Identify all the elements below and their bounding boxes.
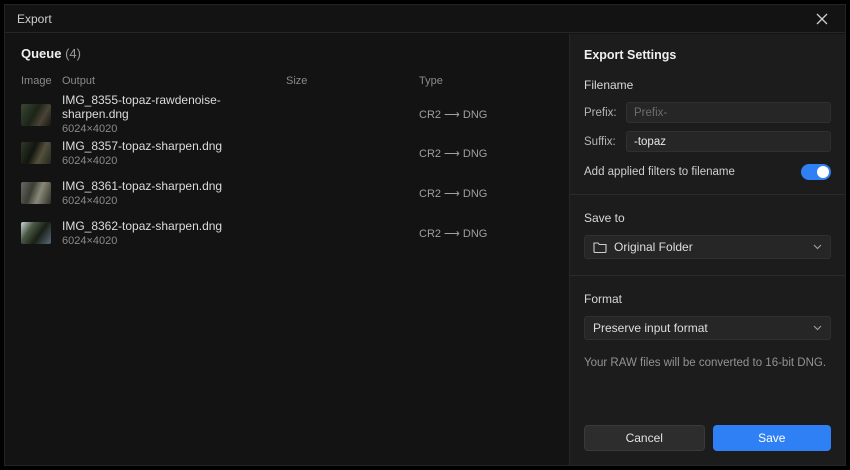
cancel-button[interactable]: Cancel: [584, 425, 705, 451]
queue-title-text: Queue: [21, 46, 61, 61]
file-thumbnail: [21, 104, 51, 126]
file-output-cell: IMG_8362-topaz-sharpen.dng 6024×4020: [62, 219, 286, 248]
format-value: Preserve input format: [593, 321, 813, 335]
file-name: IMG_8355-topaz-rawdenoise-sharpen.dng: [62, 93, 286, 121]
file-output-cell: IMG_8361-topaz-sharpen.dng 6024×4020: [62, 179, 286, 208]
filters-toggle-row: Add applied filters to filename: [584, 164, 831, 180]
column-type: Type: [419, 75, 558, 87]
chevron-down-icon: [813, 325, 822, 331]
file-output-cell: IMG_8357-topaz-sharpen.dng 6024×4020: [62, 139, 286, 168]
file-dimensions: 6024×4020: [62, 154, 286, 168]
queue-title: Queue (4): [21, 46, 558, 61]
format-section-label: Format: [584, 292, 831, 306]
prefix-input[interactable]: [626, 102, 831, 123]
queue-count: (4): [65, 46, 81, 61]
file-name: IMG_8362-topaz-sharpen.dng: [62, 219, 286, 233]
settings-title: Export Settings: [584, 48, 831, 62]
queue-row[interactable]: IMG_8355-topaz-rawdenoise-sharpen.dng 60…: [21, 93, 558, 133]
divider: [570, 275, 845, 276]
save-button[interactable]: Save: [713, 425, 832, 451]
save-to-dropdown[interactable]: Original Folder: [584, 235, 831, 259]
divider: [570, 194, 845, 195]
file-thumbnail: [21, 222, 51, 244]
column-size: Size: [286, 75, 419, 87]
format-note: Your RAW files will be converted to 16-b…: [584, 356, 831, 371]
format-dropdown[interactable]: Preserve input format: [584, 316, 831, 340]
queue-rows: IMG_8355-topaz-rawdenoise-sharpen.dng 60…: [17, 93, 558, 253]
chevron-down-icon: [813, 244, 822, 250]
prefix-label: Prefix:: [584, 107, 626, 119]
suffix-input[interactable]: [626, 131, 831, 152]
queue-column-headers: Image Output Size Type: [21, 75, 558, 87]
file-name: IMG_8357-topaz-sharpen.dng: [62, 139, 286, 153]
filename-section-label: Filename: [584, 78, 831, 92]
column-output: Output: [62, 75, 286, 87]
column-image: Image: [21, 75, 62, 87]
file-dimensions: 6024×4020: [62, 194, 286, 208]
dialog-actions: Cancel Save: [584, 425, 831, 451]
close-icon: [816, 13, 828, 25]
toggle-knob: [817, 166, 829, 178]
file-thumbnail: [21, 182, 51, 204]
queue-panel: Queue (4) Image Output Size Type IMG_835…: [5, 34, 570, 465]
filters-toggle-label: Add applied filters to filename: [584, 166, 801, 178]
file-type: CR2 ⟶ DNG: [419, 227, 558, 240]
file-dimensions: 6024×4020: [62, 122, 286, 136]
close-button[interactable]: [811, 8, 833, 30]
folder-icon: [593, 241, 607, 253]
dialog-title: Export: [17, 12, 52, 26]
export-dialog: Export Queue (4) Image Output Size Type …: [4, 4, 846, 466]
suffix-label: Suffix:: [584, 136, 626, 148]
queue-row[interactable]: IMG_8357-topaz-sharpen.dng 6024×4020 CR2…: [21, 133, 558, 173]
file-output-cell: IMG_8355-topaz-rawdenoise-sharpen.dng 60…: [62, 93, 286, 136]
filters-toggle[interactable]: [801, 164, 831, 180]
file-type: CR2 ⟶ DNG: [419, 147, 558, 160]
save-to-value: Original Folder: [614, 240, 813, 254]
file-thumbnail: [21, 142, 51, 164]
dialog-titlebar: Export: [5, 5, 845, 33]
export-settings-panel: Export Settings Filename Prefix: Suffix:…: [569, 34, 845, 465]
file-dimensions: 6024×4020: [62, 234, 286, 248]
save-to-section-label: Save to: [584, 211, 831, 225]
suffix-row: Suffix:: [584, 131, 831, 152]
file-type: CR2 ⟶ DNG: [419, 187, 558, 200]
file-type: CR2 ⟶ DNG: [419, 108, 558, 121]
file-name: IMG_8361-topaz-sharpen.dng: [62, 179, 286, 193]
queue-row[interactable]: IMG_8362-topaz-sharpen.dng 6024×4020 CR2…: [21, 213, 558, 253]
prefix-row: Prefix:: [584, 102, 831, 123]
queue-row[interactable]: IMG_8361-topaz-sharpen.dng 6024×4020 CR2…: [21, 173, 558, 213]
